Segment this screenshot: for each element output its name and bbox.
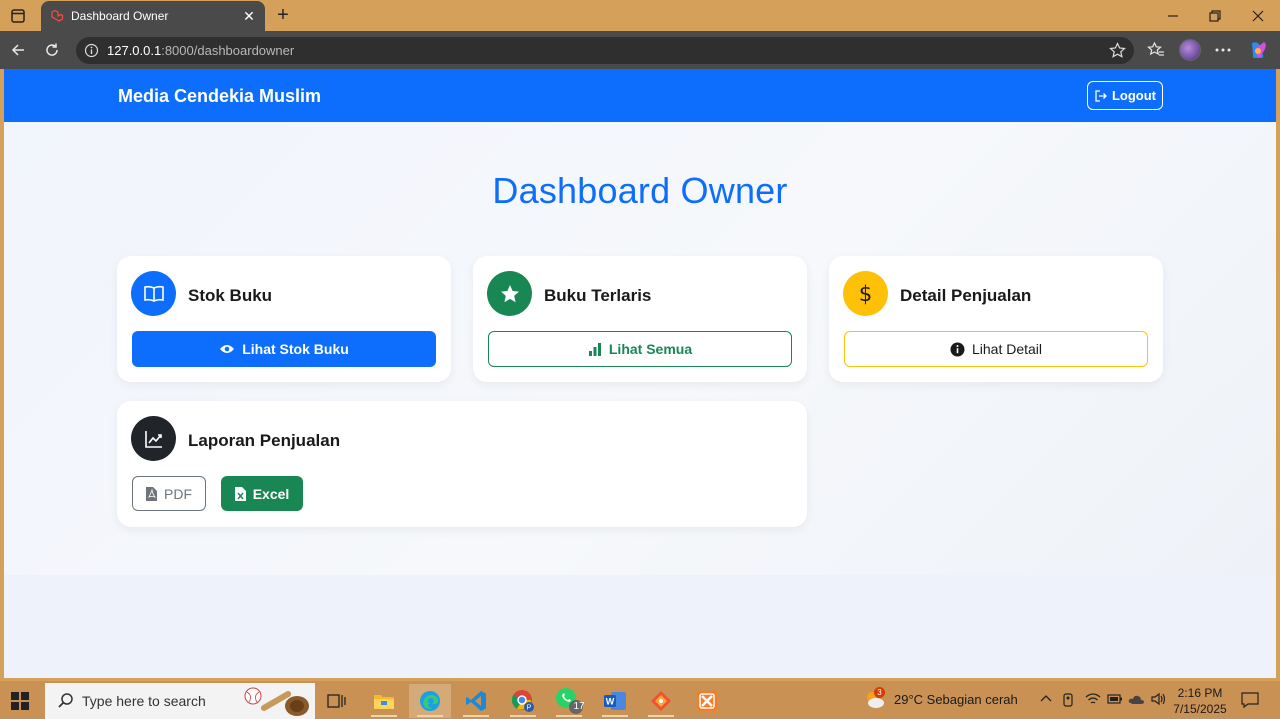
excel-label: Excel — [252, 485, 290, 502]
export-pdf-button[interactable]: PDF — [132, 476, 206, 511]
windows-start-icon[interactable] — [10, 691, 30, 711]
windows-taskbar: Type here to search P 17 W 3 29°C Sebagi… — [0, 681, 1280, 719]
top-navbar: Media Cendekia Muslim Logout — [4, 69, 1276, 122]
card-detail-penjualan: $ Detail Penjualan Lihat Detail — [829, 256, 1163, 382]
git-tool-icon[interactable] — [640, 684, 682, 718]
weather-text[interactable]: 29°C Sebagian cerah — [894, 692, 1018, 707]
star-icon — [487, 271, 532, 316]
browser-tab-bar: Dashboard Owner ✕ + — [0, 0, 1280, 31]
chrome-profile-icon[interactable]: P — [502, 684, 544, 718]
card-buku-terlaris: Buku Terlaris Lihat Semua — [473, 256, 807, 382]
browser-toolbar: 127.0.0.1:8000/dashboardowner — [0, 31, 1280, 69]
book-icon — [131, 271, 176, 316]
site-info-icon[interactable] — [84, 43, 99, 58]
lihat-stok-buku-button[interactable]: Lihat Stok Buku — [132, 331, 436, 367]
word-icon[interactable]: W — [594, 684, 636, 718]
card-stok-buku: Stok Buku Lihat Stok Buku — [117, 256, 451, 382]
search-icon — [58, 693, 73, 708]
volume-icon[interactable] — [1151, 692, 1167, 706]
file-explorer-icon[interactable] — [363, 684, 405, 718]
tray-chevron-up-icon[interactable] — [1040, 694, 1052, 702]
task-view-icon[interactable] — [316, 684, 358, 718]
favorites-icon[interactable] — [1145, 39, 1167, 61]
taskbar-search-box[interactable]: Type here to search — [45, 683, 315, 719]
restore-icon[interactable] — [1203, 4, 1227, 28]
pdf-file-icon — [146, 486, 157, 501]
line-chart-icon — [131, 416, 176, 461]
logout-button[interactable]: Logout — [1087, 81, 1163, 110]
page-viewport: Media Cendekia Muslim Logout Dashboard O… — [4, 69, 1276, 678]
pdf-label: PDF — [164, 485, 192, 502]
info-icon — [950, 342, 965, 356]
notification-center-icon[interactable] — [1241, 691, 1259, 709]
search-placeholder: Type here to search — [82, 693, 206, 709]
lihat-stok-buku-label: Lihat Stok Buku — [242, 341, 349, 357]
edge-browser-icon[interactable] — [409, 684, 451, 718]
tab-actions-icon[interactable] — [8, 6, 28, 26]
taskbar-clock[interactable]: 2:16 PM 7/15/2025 — [1170, 685, 1230, 717]
refresh-icon[interactable] — [41, 39, 63, 61]
profile-avatar[interactable] — [1179, 39, 1201, 61]
card-title-buku-terlaris: Buku Terlaris — [544, 286, 652, 305]
laravel-favicon-icon — [51, 9, 64, 22]
copilot-icon[interactable] — [1247, 39, 1269, 61]
battery-icon[interactable] — [1107, 694, 1123, 704]
address-bar[interactable]: 127.0.0.1:8000/dashboardowner — [76, 37, 1134, 64]
lihat-semua-button[interactable]: Lihat Semua — [488, 331, 792, 367]
back-icon[interactable] — [7, 39, 29, 61]
more-options-icon[interactable] — [1212, 39, 1234, 61]
url-host: 127.0.0.1 — [107, 43, 162, 58]
xampp-icon[interactable] — [686, 684, 728, 718]
export-excel-button[interactable]: Excel — [221, 476, 303, 511]
page-title: Dashboard Owner — [492, 170, 788, 211]
minimize-icon[interactable] — [1161, 4, 1185, 28]
excel-file-icon — [234, 486, 246, 501]
tab-title: Dashboard Owner — [71, 9, 169, 23]
wifi-icon[interactable] — [1085, 692, 1101, 706]
whatsapp-badge: 17 — [573, 701, 585, 712]
card-laporan-penjualan: Laporan Penjualan PDF Excel — [117, 401, 807, 527]
card-title-stok-buku: Stok Buku — [188, 286, 273, 305]
lihat-semua-label: Lihat Semua — [608, 341, 693, 357]
svg-text:P: P — [527, 705, 532, 712]
vscode-icon[interactable] — [455, 684, 497, 718]
eye-icon — [220, 345, 235, 353]
favorite-star-icon[interactable] — [1109, 42, 1126, 59]
meet-now-icon[interactable] — [1062, 692, 1076, 708]
card-title-laporan-penjualan: Laporan Penjualan — [188, 431, 341, 450]
new-tab-button[interactable]: + — [272, 4, 294, 26]
tab-close-icon[interactable]: ✕ — [241, 8, 257, 24]
lihat-detail-label: Lihat Detail — [971, 341, 1043, 357]
onedrive-icon[interactable] — [1128, 692, 1146, 706]
lihat-detail-button[interactable]: Lihat Detail — [844, 331, 1148, 367]
dollar-icon: $ — [843, 271, 888, 316]
search-highlight-baseball-icon — [244, 687, 309, 716]
clock-time: 2:16 PM — [1177, 686, 1223, 700]
card-title-detail-penjualan: Detail Penjualan — [900, 286, 1032, 305]
clock-date: 7/15/2025 — [1173, 702, 1227, 716]
logout-icon — [1095, 89, 1107, 102]
brand-name[interactable]: Media Cendekia Muslim — [118, 86, 321, 107]
close-window-icon[interactable] — [1246, 4, 1270, 28]
logout-label: Logout — [1111, 88, 1157, 103]
browser-tab-active[interactable]: Dashboard Owner ✕ — [41, 1, 265, 31]
whatsapp-icon[interactable]: 17 — [548, 684, 590, 718]
bar-chart-icon — [588, 342, 601, 356]
weather-badge: 3 — [874, 687, 885, 698]
url-path: :8000/dashboardowner — [161, 43, 295, 58]
svg-text:W: W — [606, 697, 615, 707]
